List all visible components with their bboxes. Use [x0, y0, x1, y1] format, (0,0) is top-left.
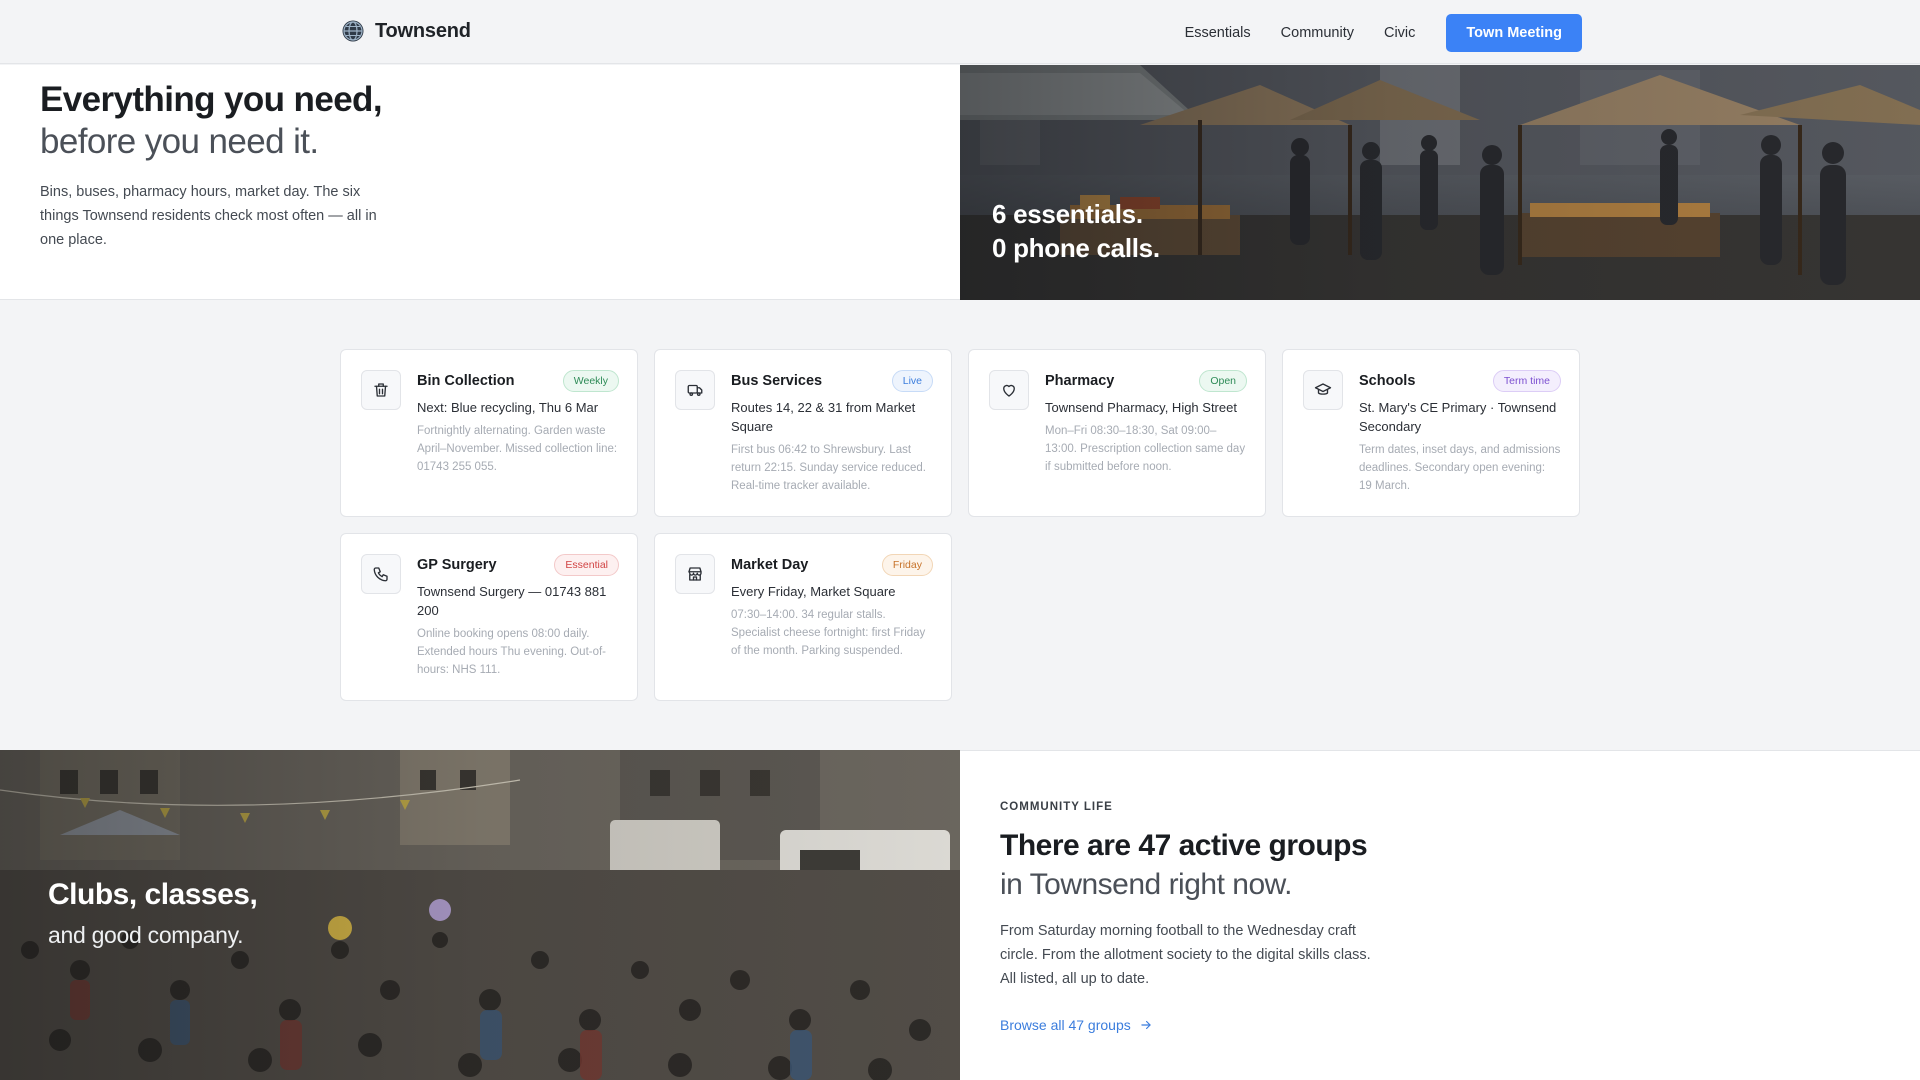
card-market-day[interactable]: Market Day Friday Every Friday, Market S…: [654, 533, 952, 701]
status-badge: Live: [891, 370, 933, 392]
essentials-grid: Bin Collection Weekly Next: Blue recycli…: [340, 349, 1580, 701]
community-subtitle: in Townsend right now.: [1000, 868, 1292, 901]
status-badge: Essential: [554, 554, 619, 576]
hero-subtitle: before you need it.: [40, 122, 319, 161]
bus-icon: [675, 370, 715, 410]
card-detail-text: 07:30–14:00. 34 regular stalls. Speciali…: [731, 609, 926, 657]
card-title: GP Surgery: [417, 557, 497, 573]
phone-icon: [361, 554, 401, 594]
card-main-text: Townsend Pharmacy, High Street: [1045, 400, 1237, 415]
status-badge: Term time: [1492, 370, 1561, 392]
community-image-panel: Clubs, classes, and good company.: [0, 750, 960, 1080]
card-detail-text: Term dates, inset days, and admissions d…: [1359, 444, 1561, 492]
card-bus-services[interactable]: Bus Services Live Routes 14, 22 & 31 fro…: [654, 349, 952, 517]
status-badge: Friday: [881, 554, 933, 576]
heart-icon: [989, 370, 1029, 410]
card-detail-text: Online booking opens 08:00 daily. Extend…: [417, 628, 607, 676]
card-title: Pharmacy: [1045, 373, 1115, 389]
browse-groups-link[interactable]: Browse all 47 groups: [1000, 1017, 1153, 1033]
card-title: Schools: [1359, 373, 1416, 389]
community-info: COMMUNITY LIFE There are 47 active group…: [960, 750, 1920, 1080]
town-meeting-button[interactable]: Town Meeting: [1446, 14, 1582, 52]
hero-title: Everything you need,: [40, 80, 383, 119]
community-caption-line-2: and good company.: [48, 922, 244, 948]
nav-links: Essentials Community Civic Town Meeting: [1170, 14, 1582, 52]
browse-groups-label: Browse all 47 groups: [1000, 1017, 1131, 1033]
card-main-text: Townsend Surgery — 01743 881 200: [417, 584, 607, 618]
card-main-text: Routes 14, 22 & 31 from Market Square: [731, 400, 916, 434]
hero-caption-line-1: 6 essentials.: [992, 199, 1143, 229]
nav-link-community[interactable]: Community: [1266, 25, 1369, 41]
top-nav: Townsend Essentials Community Civic Town…: [0, 0, 1920, 64]
card-title: Market Day: [731, 557, 809, 573]
status-badge: Weekly: [562, 370, 619, 392]
card-bin-collection[interactable]: Bin Collection Weekly Next: Blue recycli…: [340, 349, 638, 517]
brand[interactable]: Townsend: [341, 19, 471, 43]
card-detail-text: Fortnightly alternating. Garden waste Ap…: [417, 425, 618, 473]
section-eyebrow: COMMUNITY LIFE: [1000, 801, 1113, 813]
trash-icon: [361, 370, 401, 410]
card-gp-surgery[interactable]: GP Surgery Essential Townsend Surgery — …: [340, 533, 638, 701]
community-caption-line-1: Clubs, classes,: [48, 878, 258, 911]
brand-name: Townsend: [375, 19, 471, 42]
hero-description: Bins, buses, pharmacy hours, market day.…: [40, 184, 377, 248]
arrow-right-icon: [1141, 1020, 1151, 1030]
nav-link-essentials[interactable]: Essentials: [1170, 25, 1266, 41]
card-title: Bus Services: [731, 373, 823, 389]
card-main-text: St. Mary's CE Primary · Townsend Seconda…: [1359, 400, 1557, 434]
hero-image-panel: 6 essentials. 0 phone calls.: [960, 65, 1920, 300]
status-badge: Open: [1199, 370, 1247, 392]
hero-caption-line-2: 0 phone calls.: [992, 233, 1160, 263]
card-title: Bin Collection: [417, 373, 515, 389]
nav-link-civic[interactable]: Civic: [1369, 25, 1430, 41]
graduation-cap-icon: [1303, 370, 1343, 410]
card-main-text: Next: Blue recycling, Thu 6 Mar: [417, 400, 599, 415]
hero-intro: Everything you need, before you need it.…: [0, 65, 960, 300]
community-image-overlay: [0, 750, 960, 1080]
card-pharmacy[interactable]: Pharmacy Open Townsend Pharmacy, High St…: [968, 349, 1266, 517]
card-detail-text: First bus 06:42 to Shrewsbury. Last retu…: [731, 444, 926, 492]
globe-icon: [342, 20, 364, 42]
hero-caption: 6 essentials. 0 phone calls.: [992, 197, 1160, 265]
card-detail-text: Mon–Fri 08:30–18:30, Sat 09:00–13:00. Pr…: [1045, 425, 1246, 473]
community-description: From Saturday morning football to the We…: [1000, 923, 1371, 987]
card-main-text: Every Friday, Market Square: [731, 584, 896, 599]
community-title: There are 47 active groups: [1000, 829, 1368, 862]
card-schools[interactable]: Schools Term time St. Mary's CE Primary …: [1282, 349, 1580, 517]
store-icon: [675, 554, 715, 594]
